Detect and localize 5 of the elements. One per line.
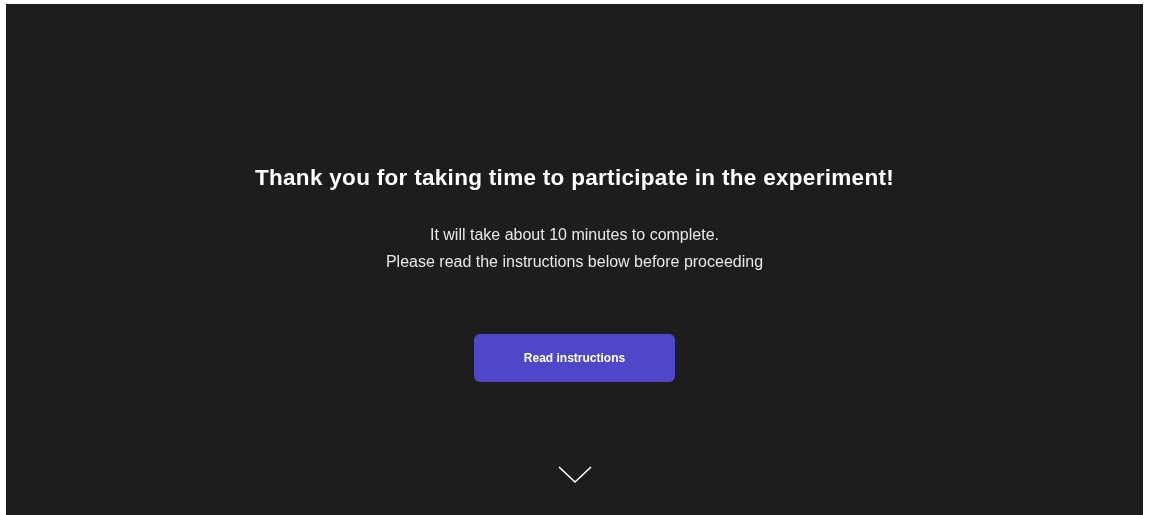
page-heading: Thank you for taking time to participate in the experiment! xyxy=(254,165,894,191)
info-text: It will take about 10 minutes to complete. xyxy=(429,225,719,244)
info-text: Please read the instructions below before proceeding xyxy=(385,252,764,271)
read-instructions-button[interactable]: Read instructions xyxy=(474,334,675,382)
chevron-down-icon[interactable] xyxy=(557,466,592,484)
